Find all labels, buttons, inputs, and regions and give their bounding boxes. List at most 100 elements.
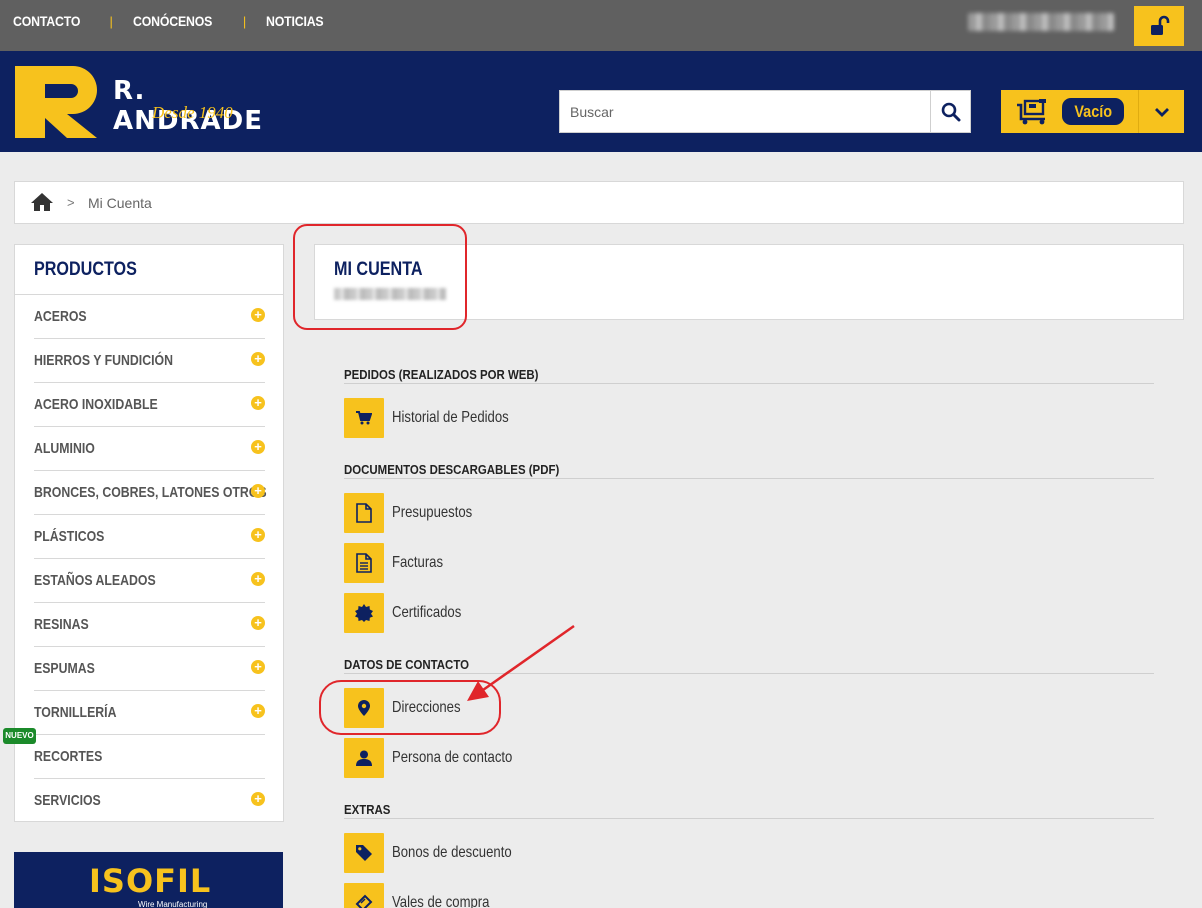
expand-plus-icon[interactable]: + — [251, 308, 265, 322]
account-link-label: Persona de contacto — [392, 749, 513, 766]
account-link-label: Historial de Pedidos — [392, 409, 509, 426]
account-link-historial-de-pedidos[interactable]: Historial de Pedidos — [344, 398, 534, 438]
sidebar-category-item[interactable]: RECORTES — [34, 735, 265, 779]
top-bar: CONTACTO | CONÓCENOS | NOTICIAS — [0, 0, 1202, 51]
search-button[interactable] — [930, 91, 970, 132]
nav-separator: | — [242, 13, 247, 29]
section-divider — [344, 818, 1154, 819]
cart-icon — [344, 398, 384, 438]
breadcrumb-current: Mi Cuenta — [88, 195, 152, 211]
account-link-label: Vales de compra — [392, 894, 490, 908]
tag-icon — [344, 833, 384, 873]
sidebar-category-item[interactable]: RESINAS + — [34, 603, 265, 647]
product-sidebar: PRODUCTOS ACEROS + HIERROS Y FUNDICIÓN + ACE… — [14, 244, 284, 822]
section-divider — [344, 673, 1154, 674]
document-text-icon — [344, 543, 384, 583]
sidebar-category-item[interactable]: BRONCES, COBRES, LATONES OTROS + — [34, 471, 267, 515]
account-link-certificados[interactable]: Certificados — [344, 593, 476, 633]
account-link-label: Certificados — [392, 604, 462, 621]
cart-dropdown-toggle[interactable] — [1138, 90, 1184, 133]
sidebar-category-label: PLÁSTICOS — [34, 528, 105, 545]
nav-separator: | — [109, 13, 113, 29]
unlock-icon — [1151, 15, 1170, 35]
account-link-facturas[interactable]: Facturas — [344, 543, 454, 583]
sidebar-category-label: ESPUMAS — [34, 660, 95, 677]
expand-plus-icon[interactable]: + — [251, 484, 265, 498]
new-badge: NUEVO — [3, 728, 36, 744]
account-link-persona-de-contacto[interactable]: Persona de contacto — [344, 738, 539, 778]
section-heading: DOCUMENTOS DESCARGABLES (PDF) — [344, 462, 560, 477]
site-header: R. ANDRADE Desde 1940 Vacío — [0, 51, 1202, 152]
sidebar-category-item[interactable]: ACEROS + — [34, 295, 265, 339]
expand-plus-icon[interactable]: + — [251, 616, 265, 630]
expand-plus-icon[interactable]: + — [251, 704, 265, 718]
account-link-label: Presupuestos — [392, 504, 473, 521]
logo-r-icon — [15, 66, 97, 138]
category-list: ACEROS + HIERROS Y FUNDICIÓN + ACERO INOXIDA… — [34, 295, 267, 823]
sidebar-category-item[interactable]: ESPUMAS + — [34, 647, 265, 691]
nav-link-contacto[interactable]: CONTACTO — [13, 13, 80, 29]
account-link-label: Bonos de descuento — [392, 844, 512, 861]
sidebar-category-label: RESINAS — [34, 616, 89, 633]
banner-subtitle: Wire Manufacturing — [138, 900, 208, 908]
document-icon — [344, 493, 384, 533]
expand-plus-icon[interactable]: + — [251, 352, 265, 366]
breadcrumb-separator: > — [67, 195, 75, 210]
banner-brand: ISOFIL — [89, 862, 212, 900]
expand-plus-icon[interactable]: + — [251, 528, 265, 542]
sidebar-category-label: ESTAÑOS ALEADOS — [34, 572, 156, 589]
chevron-down-icon — [1154, 107, 1169, 117]
sidebar-category-item[interactable]: HIERROS Y FUNDICIÓN + — [34, 339, 265, 383]
section-heading: DATOS DE CONTACTO — [344, 657, 470, 672]
section-heading: EXTRAS — [344, 802, 391, 817]
cart-trolley-icon — [1017, 99, 1046, 125]
sidebar-category-item[interactable]: SERVICIOS + — [34, 779, 265, 823]
section-divider — [344, 478, 1154, 479]
search-input[interactable] — [560, 91, 930, 132]
sidebar-category-label: HIERROS Y FUNDICIÓN — [34, 352, 173, 369]
expand-plus-icon[interactable]: + — [251, 660, 265, 674]
expand-plus-icon[interactable]: + — [251, 792, 265, 806]
section-heading: PEDIDOS (REALIZADOS POR WEB) — [344, 367, 539, 382]
account-link-vales-de-compra[interactable]: Vales de compra — [344, 883, 511, 908]
expand-plus-icon[interactable]: + — [251, 440, 265, 454]
sidebar-category-item[interactable]: ESTAÑOS ALEADOS + — [34, 559, 265, 603]
account-link-presupuestos[interactable]: Presupuestos — [344, 493, 490, 533]
breadcrumb: > Mi Cuenta — [14, 181, 1184, 224]
expand-plus-icon[interactable]: + — [251, 572, 265, 586]
sidebar-category-item[interactable]: ALUMINIO + — [34, 427, 265, 471]
sidebar-category-label: RECORTES — [34, 748, 103, 765]
sidebar-title: PRODUCTOS — [34, 259, 137, 280]
annotation-highlight-oval — [319, 680, 501, 735]
sidebar-category-label: BRONCES, COBRES, LATONES OTROS — [34, 484, 267, 501]
annotation-highlight-rect — [293, 224, 467, 330]
top-nav: CONTACTO | CONÓCENOS | NOTICIAS — [13, 13, 332, 29]
brand-tagline: Desde 1940 — [152, 103, 233, 122]
isofil-banner[interactable]: ISOFIL Wire Manufacturing — [14, 852, 283, 908]
cart-widget[interactable]: Vacío — [1001, 90, 1184, 133]
cart-status-badge: Vacío — [1062, 98, 1124, 125]
sidebar-category-item[interactable]: ACERO INOXIDABLE + — [34, 383, 265, 427]
sidebar-category-label: ACEROS — [34, 308, 87, 325]
sidebar-category-item[interactable]: TORNILLERÍA + — [34, 691, 265, 735]
ticket-icon — [344, 883, 384, 908]
home-icon[interactable] — [30, 192, 54, 212]
sidebar-category-label: ALUMINIO — [34, 440, 95, 457]
nav-link-noticias[interactable]: NOTICIAS — [266, 13, 324, 29]
user-name-redacted[interactable] — [968, 13, 1114, 31]
certificate-icon — [344, 593, 384, 633]
expand-plus-icon[interactable]: + — [251, 396, 265, 410]
nav-link-conocenos[interactable]: CONÓCENOS — [133, 13, 212, 29]
sidebar-category-label: SERVICIOS — [34, 792, 101, 809]
search-icon — [941, 102, 960, 121]
search-box — [559, 90, 971, 133]
account-link-bonos-de-descuento[interactable]: Bonos de descuento — [344, 833, 538, 873]
sidebar-category-label: ACERO INOXIDABLE — [34, 396, 158, 413]
section-divider — [344, 383, 1154, 384]
sidebar-category-item[interactable]: PLÁSTICOS + — [34, 515, 265, 559]
logo[interactable]: R. ANDRADE Desde 1940 — [15, 66, 285, 138]
sidebar-category-label: TORNILLERÍA — [34, 704, 117, 721]
user-icon — [344, 738, 384, 778]
account-link-label: Facturas — [392, 554, 444, 571]
logout-button[interactable] — [1134, 6, 1184, 46]
